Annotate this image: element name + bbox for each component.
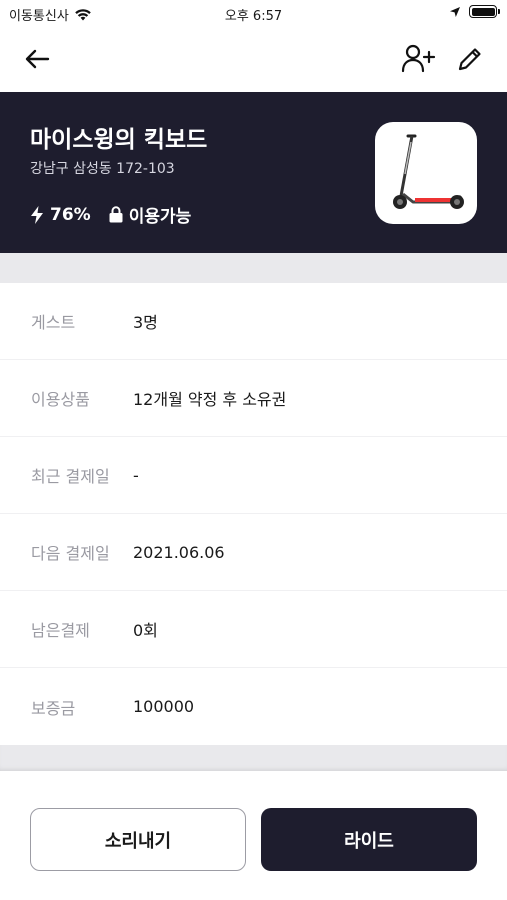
detail-row-last-payment: 최근 결제일 -: [0, 437, 507, 514]
lightning-icon: [31, 205, 43, 224]
detail-value: -: [133, 465, 139, 485]
lock-stat: 이용가능: [109, 202, 192, 227]
status-right: [449, 5, 500, 18]
section-divider-bottom: [0, 745, 507, 771]
battery-stat: 76%: [30, 205, 91, 225]
details-list: 게스트 3명 이용상품 12개월 약정 후 소유권 최근 결제일 - 다음 결제…: [0, 283, 507, 745]
vehicle-stats: 76% 이용가능: [30, 202, 191, 227]
kick-scooter-icon: [393, 134, 464, 209]
detail-label: 이용상품: [31, 390, 90, 409]
detail-label: 보증금: [31, 698, 76, 718]
detail-value: 100000: [133, 697, 195, 716]
vehicle-header: 마이스윙의 킥보드 강남구 삼성동 172-103 76% 이용가능: [0, 92, 507, 253]
detail-row-guest: 게스트 3명: [0, 283, 507, 360]
detail-label: 다음 결제일: [31, 544, 110, 563]
detail-value: 2021.06.06: [133, 542, 225, 562]
detail-row-product: 이용상품 12개월 약정 후 소유권: [0, 360, 507, 437]
location-arrow-icon: [450, 6, 460, 17]
status-bar: 이동통신사 오후 6:57: [0, 0, 507, 28]
detail-label: 게스트: [31, 313, 76, 332]
arrow-left-icon[interactable]: [22, 44, 52, 74]
detail-label: 남은결제: [31, 621, 90, 640]
bottom-actions: 소리내기 라이드: [0, 771, 507, 900]
detail-row-deposit: 보증금 100000: [0, 668, 507, 745]
battery-icon: [469, 5, 500, 18]
lock-icon: [109, 206, 123, 223]
vehicle-title: 마이스윙의 킥보드: [30, 127, 208, 153]
scooter-image: [375, 122, 477, 224]
detail-row-remaining-payments: 남은결제 0회: [0, 591, 507, 668]
pencil-icon[interactable]: [455, 44, 485, 74]
battery-percent: 76%: [50, 204, 91, 225]
detail-value: 3명: [133, 313, 158, 332]
vehicle-address: 강남구 삼성동 172-103: [30, 161, 175, 177]
status-time: 오후 6:57: [224, 9, 283, 24]
sound-button[interactable]: 소리내기: [30, 808, 246, 871]
nav-bar: [0, 28, 507, 92]
user-plus-icon[interactable]: [400, 42, 436, 74]
lock-status: 이용가능: [128, 207, 192, 227]
detail-value: 0회: [133, 621, 158, 640]
detail-value: 12개월 약정 후 소유권: [133, 390, 287, 409]
section-divider: [0, 253, 507, 283]
detail-label: 최근 결제일: [31, 467, 110, 486]
ride-button[interactable]: 라이드: [261, 808, 477, 871]
detail-row-next-payment: 다음 결제일 2021.06.06: [0, 514, 507, 591]
